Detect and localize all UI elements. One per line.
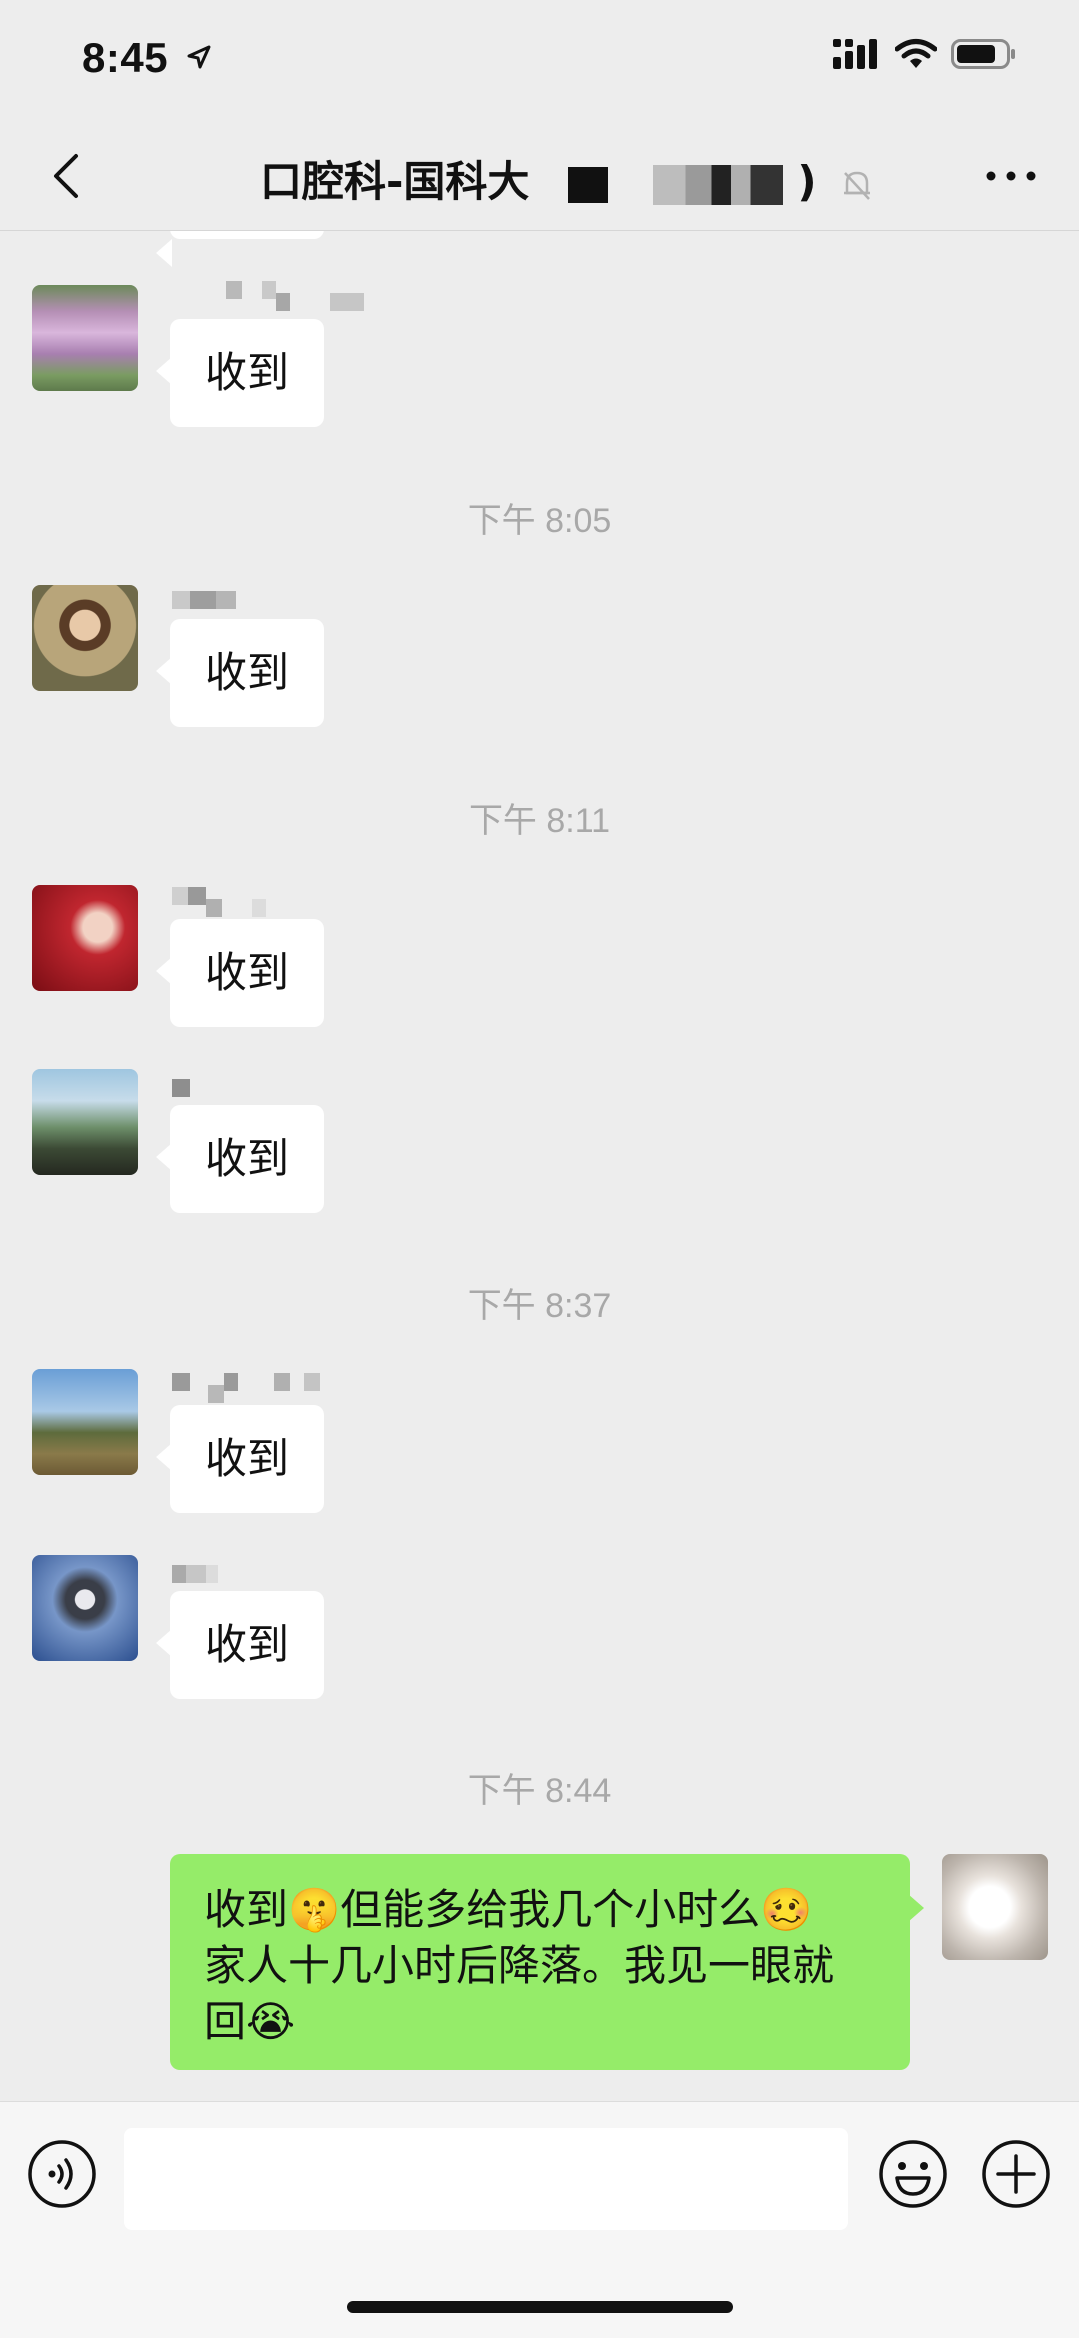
chat-title-text: 口腔科-国科大 bbox=[260, 157, 530, 206]
sender-name bbox=[172, 887, 266, 917]
message-bubble[interactable]: 收到 bbox=[156, 1105, 324, 1213]
location-arrow-icon bbox=[187, 45, 211, 69]
message-input[interactable] bbox=[124, 2128, 848, 2230]
more-icon[interactable] bbox=[981, 154, 1041, 198]
flowers-avatar[interactable] bbox=[32, 285, 138, 391]
home-indicator[interactable] bbox=[347, 2301, 733, 2313]
chat-title: 口腔科-国科大 ) bbox=[260, 148, 875, 209]
battery-icon bbox=[951, 39, 1015, 69]
dog-avatar[interactable] bbox=[942, 1854, 1048, 1960]
sender-name bbox=[226, 281, 364, 311]
chat-header: 口腔科-国科大 ) bbox=[0, 120, 1079, 231]
signal-icon bbox=[833, 39, 877, 69]
message-line: 家人十几小时后降落。我见一眼就 bbox=[204, 1941, 835, 1990]
sender-name bbox=[172, 1373, 320, 1403]
message-bubble[interactable]: 收到 bbox=[156, 1405, 324, 1513]
timestamp: 下午 8:44 bbox=[467, 1772, 612, 1810]
mute-bell-icon bbox=[844, 171, 871, 200]
emoji-icon[interactable] bbox=[877, 2138, 949, 2210]
sender-name bbox=[172, 1079, 190, 1101]
status-time: 8:45 bbox=[82, 34, 169, 81]
outgoing-message-bubble[interactable]: 收到🤫但能多给我几个小时么🥴 家人十几小时后降落。我见一眼就 回😭 bbox=[170, 1854, 924, 2070]
wifi-icon bbox=[895, 39, 937, 68]
plus-icon[interactable] bbox=[980, 2138, 1052, 2210]
status-bar: 8:45 bbox=[0, 0, 1079, 120]
landscape-avatar[interactable] bbox=[32, 1069, 138, 1175]
timestamp: 下午 8:11 bbox=[468, 802, 611, 840]
hand-avatar[interactable] bbox=[32, 885, 138, 991]
message-list[interactable]: 收到 下午 8:05 收到 下午 8:11 收到 收到 下午 8:37 收到 收… bbox=[0, 231, 1079, 2101]
message-bubble-partial bbox=[156, 231, 324, 267]
chat-title-suffix: ) bbox=[797, 157, 817, 206]
message-bubble[interactable]: 收到 bbox=[156, 319, 324, 427]
message-bubble[interactable]: 收到 bbox=[156, 619, 324, 727]
status-icons bbox=[833, 38, 1017, 70]
back-icon[interactable] bbox=[40, 148, 96, 204]
message-line: 收到🤫但能多给我几个小时么🥴 bbox=[204, 1885, 813, 1934]
sender-name bbox=[172, 591, 236, 613]
timestamp: 下午 8:37 bbox=[467, 1287, 612, 1325]
redacted-text bbox=[568, 166, 609, 203]
message-bubble[interactable]: 收到 bbox=[156, 919, 324, 1027]
husky-avatar[interactable] bbox=[32, 1555, 138, 1661]
sender-name bbox=[172, 1565, 218, 1587]
trees-avatar[interactable] bbox=[32, 1369, 138, 1475]
painting-avatar[interactable] bbox=[32, 585, 138, 691]
redacted-text bbox=[652, 164, 783, 205]
timestamp: 下午 8:05 bbox=[467, 502, 612, 540]
voice-icon[interactable] bbox=[26, 2138, 98, 2210]
message-bubble[interactable]: 收到 bbox=[156, 1591, 324, 1699]
message-line: 回😭 bbox=[204, 1997, 296, 2046]
